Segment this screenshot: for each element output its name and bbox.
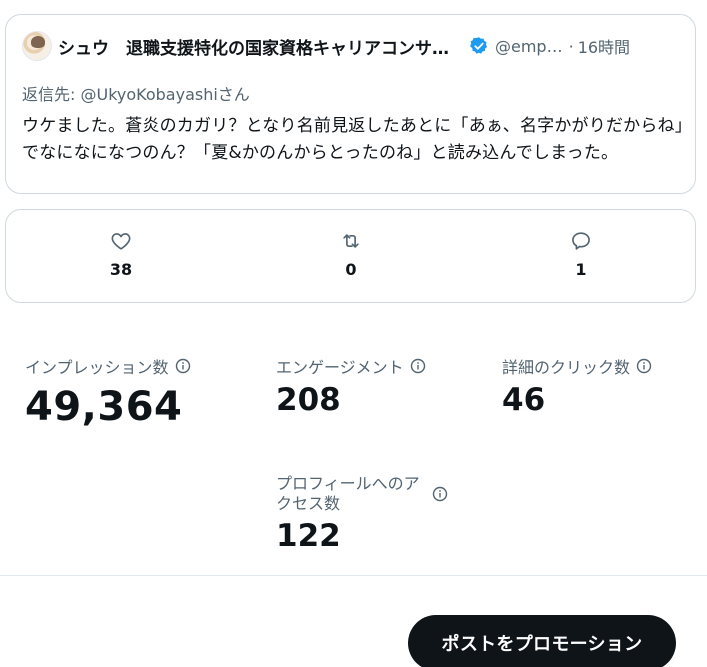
engagements-metric: エンゲージメント 208 — [276, 354, 426, 418]
engagements-value: 208 — [276, 382, 341, 418]
avatar[interactable] — [22, 31, 52, 61]
tweet-card[interactable]: シュウ 退職支援特化の国家資格キャリアコンサ… @emp… · 16時間 返信先… — [5, 14, 696, 194]
profile-visits-value: 122 — [276, 518, 341, 554]
impressions-label: インプレッション数 — [25, 358, 169, 377]
impressions-value: 49,364 — [25, 384, 183, 430]
reply-action[interactable]: 1 — [541, 230, 621, 279]
like-count: 38 — [109, 260, 133, 279]
detail-clicks-metric: 詳細のクリック数 46 — [502, 354, 652, 418]
promote-post-button[interactable]: ポストをプロモーション — [408, 615, 676, 667]
engagement-bar: 38 0 1 — [5, 209, 696, 303]
divider — [0, 575, 707, 576]
info-icon[interactable] — [432, 486, 448, 502]
info-icon[interactable] — [636, 358, 652, 374]
detail-clicks-label: 詳細のクリック数 — [502, 358, 631, 377]
verified-badge-icon — [470, 37, 488, 54]
engagements-label: エンゲージメント — [276, 358, 404, 377]
reply-bubble-icon — [572, 232, 590, 250]
retweet-count: 0 — [345, 260, 357, 279]
user-handle[interactable]: @emp… — [495, 37, 563, 56]
info-icon[interactable] — [410, 358, 426, 374]
profile-visits-label: プロフィールへのアクセス数 — [276, 474, 420, 513]
retweet-action[interactable]: 0 — [311, 230, 391, 279]
retweet-icon — [343, 234, 359, 248]
info-icon[interactable] — [175, 358, 191, 374]
detail-clicks-value: 46 — [502, 382, 546, 418]
separator-dot: · — [568, 36, 574, 56]
like-heart-icon — [111, 233, 131, 250]
reply-user-link[interactable]: @UkyoKobayashiさん — [80, 85, 249, 104]
post-time[interactable]: 16時間 — [578, 34, 630, 58]
profile-visits-metric: プロフィールへのアクセス数 122 — [276, 474, 448, 554]
tweet-header: シュウ 退職支援特化の国家資格キャリアコンサ… @emp… · 16時間 — [58, 33, 686, 59]
reply-prefix: 返信先: — [22, 85, 81, 104]
tweet-text: ウケました。蒼炎のカガリ？となり名前見返したあとに「あぁ、名字かがりだからね」で… — [22, 116, 684, 163]
like-action[interactable]: 38 — [81, 230, 161, 279]
reply-to-line: 返信先: @UkyoKobayashiさん — [22, 81, 250, 105]
impressions-metric: インプレッション数 49,364 — [25, 354, 191, 430]
reply-count: 1 — [575, 260, 587, 279]
display-name[interactable]: シュウ 退職支援特化の国家資格キャリアコンサ… — [58, 34, 449, 59]
